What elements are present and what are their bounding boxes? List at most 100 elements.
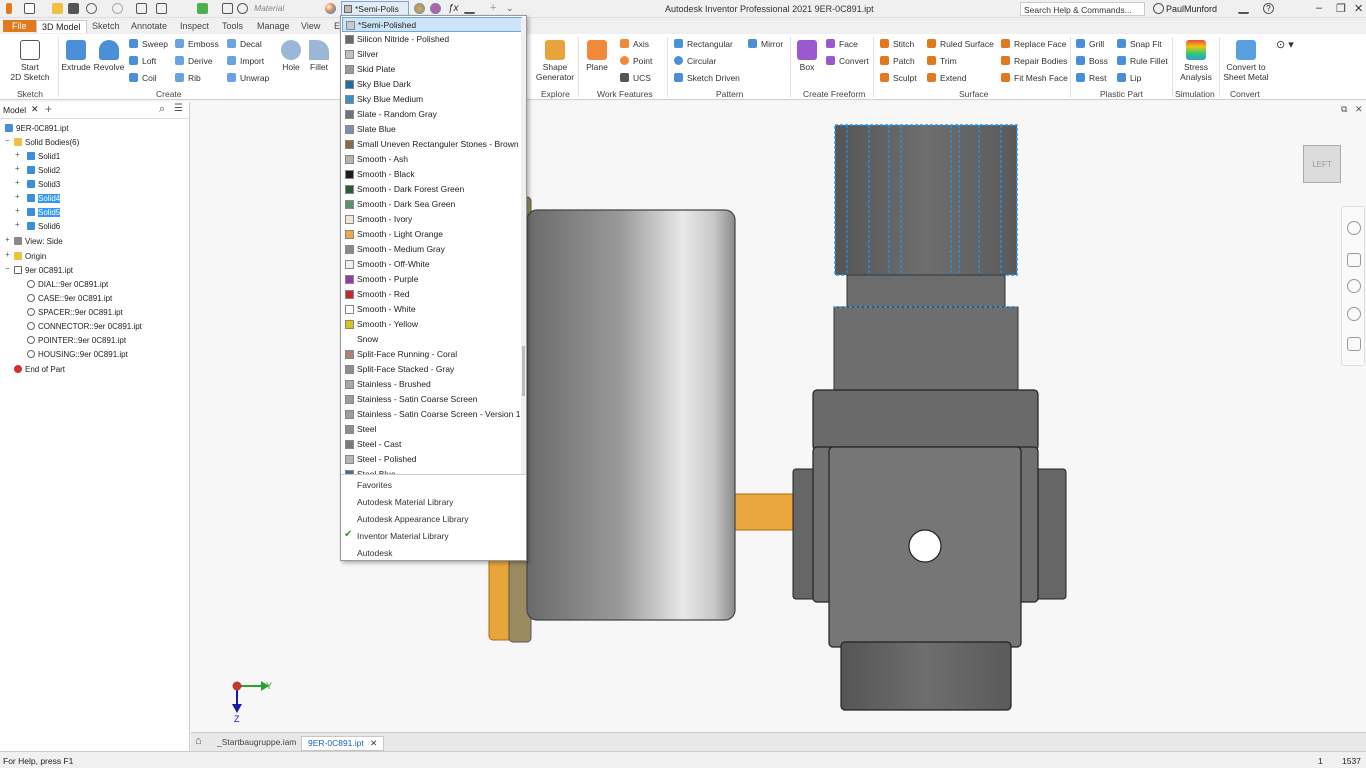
tab-tools[interactable]: Tools	[217, 20, 248, 32]
expand-icon[interactable]: +	[15, 220, 20, 229]
save-icon[interactable]	[68, 3, 79, 14]
appearance-item[interactable]: Smooth - Off-White	[342, 257, 522, 272]
tree-item-solid2[interactable]: Solid2	[27, 165, 60, 176]
user-icon[interactable]	[1153, 3, 1164, 14]
tab-file[interactable]: File	[3, 20, 36, 32]
tree-item-solid-bodies[interactable]: Solid Bodies(6)	[14, 137, 79, 148]
tree-item-view-side[interactable]: View: Side	[14, 236, 63, 247]
appearance-item[interactable]: Stainless - Brushed	[342, 377, 522, 392]
browser-tab-model[interactable]: Model	[3, 105, 26, 115]
appearance-item[interactable]: Stainless - Satin Coarse Screen - Versio…	[342, 407, 522, 422]
revolve-button[interactable]: Revolve	[93, 38, 125, 72]
undo-icon[interactable]	[86, 3, 97, 14]
boss-button[interactable]: Boss	[1076, 56, 1108, 67]
menu-icon[interactable]: ☰	[174, 103, 183, 114]
replace-face-button[interactable]: Replace Face	[1001, 39, 1066, 50]
doc-tab-close-icon[interactable]: ✕	[370, 738, 377, 748]
view-cube[interactable]: LEFT	[1303, 145, 1341, 183]
appearance-item[interactable]: Slate - Random Gray	[342, 107, 522, 122]
customize-icon[interactable]: ⌄	[506, 3, 517, 14]
appearance-item[interactable]: Silver	[342, 47, 522, 62]
repair-bodies-button[interactable]: Repair Bodies	[1001, 56, 1067, 67]
user-name[interactable]: PaulMunford	[1166, 4, 1217, 14]
emboss-button[interactable]: Emboss	[175, 39, 219, 50]
search-icon[interactable]: ⌕	[159, 103, 165, 116]
ruled-surface-button[interactable]: Ruled Surface	[927, 39, 994, 50]
face-button[interactable]: Face	[826, 39, 858, 50]
appearance-item[interactable]: Smooth - White	[342, 302, 522, 317]
steering-wheel-icon[interactable]	[1347, 221, 1361, 235]
appearance-item[interactable]: Slate Blue	[342, 122, 522, 137]
appearance-item[interactable]: Smooth - Red	[342, 287, 522, 302]
tab-manage[interactable]: Manage	[252, 20, 295, 32]
collapse-icon[interactable]: −	[5, 264, 10, 273]
sketch-driven-pattern-button[interactable]: Sketch Driven	[674, 73, 740, 84]
ucs-button[interactable]: UCS	[620, 73, 651, 84]
appearance-item[interactable]: Split-Face Running - Coral	[342, 347, 522, 362]
grill-button[interactable]: Grill	[1076, 39, 1104, 50]
appearance-item[interactable]: Stainless - Satin Coarse Screen	[342, 392, 522, 407]
sculpt-button[interactable]: Sculpt	[880, 73, 917, 84]
maximize-button[interactable]: ❐	[1336, 2, 1346, 15]
appearance-item[interactable]: Smooth - Black	[342, 167, 522, 182]
tree-item-dial[interactable]: DIAL::9er 0C891.ipt	[27, 279, 108, 290]
appearance-item[interactable]: Smooth - Medium Gray	[342, 242, 522, 257]
appearance-item[interactable]: Smooth - Yellow	[342, 317, 522, 332]
tree-root-part[interactable]: 9ER-0C891.ipt	[5, 123, 68, 134]
zoom-icon[interactable]	[1347, 279, 1361, 293]
tree-item-solid3[interactable]: Solid3	[27, 179, 60, 190]
dial-neck[interactable]	[846, 274, 1006, 308]
tab-3d-model[interactable]: 3D Model	[36, 20, 87, 33]
close-browser-tab-icon[interactable]: ✕	[31, 104, 39, 115]
appearance-ball-icon[interactable]	[325, 3, 336, 14]
new-file-icon[interactable]	[24, 3, 35, 14]
extend-button[interactable]: Extend	[927, 73, 966, 84]
library-favorites[interactable]: Favorites	[357, 480, 392, 490]
tab-sketch[interactable]: Sketch	[87, 20, 125, 32]
fillet-button[interactable]: Fillet	[305, 38, 333, 72]
material-icon[interactable]	[237, 3, 248, 14]
tree-item-derived-part[interactable]: 9er 0C891.ipt	[14, 265, 73, 276]
clear-appearance-icon[interactable]	[430, 3, 441, 14]
plane-button[interactable]: Plane	[583, 38, 611, 72]
dial-knurl[interactable]	[834, 124, 1018, 276]
expand-icon[interactable]: +	[5, 235, 10, 244]
select-icon[interactable]	[156, 3, 167, 14]
material-combo[interactable]: Material	[254, 3, 284, 13]
loft-button[interactable]: Loft	[129, 56, 156, 67]
app-logo-icon[interactable]	[6, 3, 12, 14]
viewport-restore-icon[interactable]: ⧉	[1341, 104, 1347, 115]
lip-button[interactable]: Lip	[1117, 73, 1141, 84]
coil-button[interactable]: Coil	[129, 73, 157, 84]
minimize-button[interactable]: –	[1316, 2, 1322, 14]
convert-sheet-metal-button[interactable]: Convert to Sheet Metal	[1222, 38, 1270, 82]
tab-view[interactable]: View	[296, 20, 325, 32]
tab-inspect[interactable]: Inspect	[175, 20, 214, 32]
start-2d-sketch-button[interactable]: Start 2D Sketch	[8, 38, 52, 82]
fx-icon[interactable]: ƒx	[448, 3, 459, 14]
home-icon[interactable]	[136, 3, 147, 14]
appearance-item[interactable]: Smooth - Purple	[342, 272, 522, 287]
derive-button[interactable]: Derive	[175, 56, 213, 67]
tree-item-connector[interactable]: CONNECTOR::9er 0C891.ipt	[27, 321, 142, 332]
fit-mesh-face-button[interactable]: Fit Mesh Face	[1001, 73, 1068, 84]
tree-item-pointer[interactable]: POINTER::9er 0C891.ipt	[27, 335, 126, 346]
help-search-input[interactable]: Search Help & Commands...	[1020, 2, 1145, 16]
appearance-combo[interactable]: *Semi-Polis	[341, 1, 409, 16]
appearance-item[interactable]: Sky Blue Medium	[342, 92, 522, 107]
appearance-item[interactable]: Smooth - Ivory	[342, 212, 522, 227]
housing-bottom[interactable]	[840, 641, 1012, 711]
rib-button[interactable]: Rib	[175, 73, 201, 84]
appearance-item[interactable]: Smooth - Dark Sea Green	[342, 197, 522, 212]
mounting-hole[interactable]	[908, 529, 942, 563]
adjust-appearance-icon[interactable]	[414, 3, 425, 14]
cart-icon[interactable]	[1238, 3, 1249, 14]
appearance-item[interactable]: Small Uneven Rectanguler Stones - Brown	[342, 137, 522, 152]
expand-icon[interactable]: +	[15, 192, 20, 201]
library-inventor-material[interactable]: Inventor Material Library	[357, 531, 449, 541]
expand-icon[interactable]: +	[5, 250, 10, 259]
appearance-item[interactable]: Snow	[342, 332, 522, 347]
tree-item-origin[interactable]: Origin	[14, 251, 46, 262]
circular-pattern-button[interactable]: Circular	[674, 56, 716, 67]
mirror-button[interactable]: Mirror	[748, 39, 783, 50]
